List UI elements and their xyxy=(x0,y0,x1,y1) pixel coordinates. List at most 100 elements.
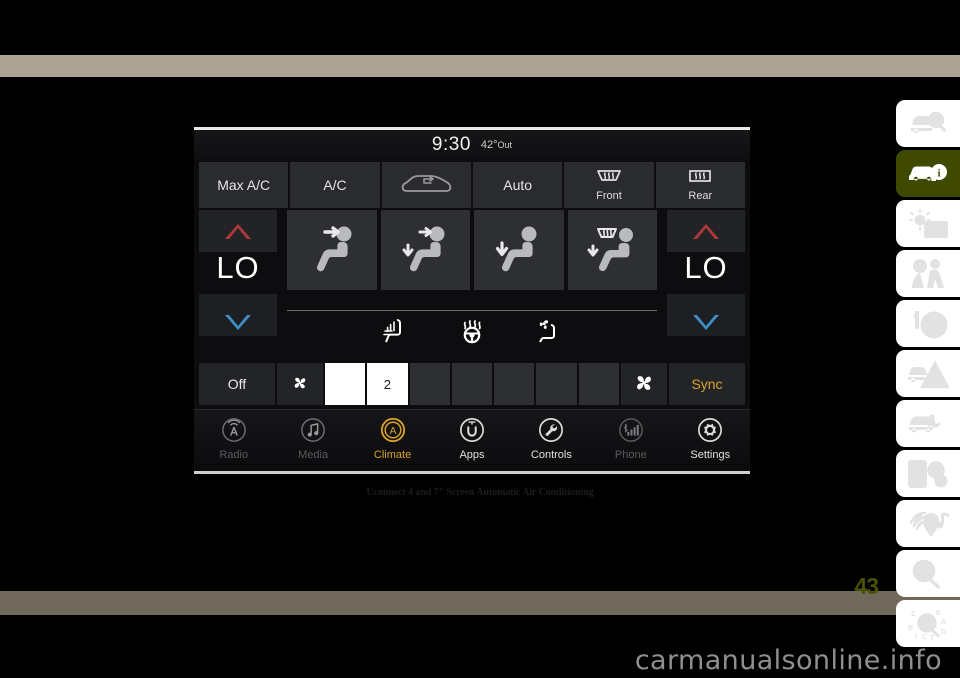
header-band xyxy=(0,55,960,77)
front-defrost-label: Front xyxy=(596,190,622,202)
airflow-mode-bilevel-button[interactable] xyxy=(380,210,470,290)
sidebar-item-in-case-of-emergency[interactable] xyxy=(896,350,960,397)
recirculation-car-icon xyxy=(400,171,452,200)
airflow-mode-floor-button[interactable] xyxy=(474,210,564,290)
seat-face-floor-icon xyxy=(396,219,454,282)
bottom-nav-bar: Radio Media A Climate Apps Controls Phon… xyxy=(194,409,750,467)
sync-button[interactable]: Sync xyxy=(669,363,745,405)
nav-climate[interactable]: A Climate xyxy=(353,410,432,467)
ac-label: A/C xyxy=(323,177,347,193)
sidebar-item-alphabetical-index[interactable]: ZBI CT E AD xyxy=(896,600,960,647)
front-defrost-button[interactable]: Front xyxy=(564,162,654,208)
airflow-mode-face-button[interactable] xyxy=(287,210,377,290)
sidebar-item-introduction[interactable] xyxy=(896,100,960,147)
nav-settings-label: Settings xyxy=(690,448,731,461)
fan-small-icon xyxy=(290,373,310,396)
fan-segment-2[interactable]: 2 xyxy=(367,363,408,405)
section-tabs-sidebar: i Z B I C T E A D xyxy=(896,100,960,650)
music-note-icon xyxy=(300,417,326,448)
fan-large-icon xyxy=(632,371,656,398)
sidebar-item-starting-and-operating[interactable] xyxy=(896,300,960,347)
climate-top-button-row: Max A/C A/C Auto Front Rear xyxy=(199,162,745,208)
sidebar-item-multimedia[interactable] xyxy=(896,500,960,547)
svg-text:Z: Z xyxy=(911,611,916,618)
ventilated-seat-icon[interactable] xyxy=(533,318,563,349)
fan-segment-5[interactable] xyxy=(494,363,535,405)
fan-segment-7[interactable] xyxy=(578,363,619,405)
sidebar-item-getting-to-know-your-vehicle[interactable]: i xyxy=(896,150,960,197)
passenger-temperature-control: LO xyxy=(667,210,745,340)
radio-antenna-icon xyxy=(221,417,247,448)
page-number: 43 xyxy=(854,573,879,599)
auto-button[interactable]: Auto xyxy=(472,162,563,208)
nav-settings[interactable]: Settings xyxy=(671,410,750,467)
svg-text:B: B xyxy=(908,625,913,632)
driver-temp-up-button[interactable] xyxy=(199,210,277,252)
clock: 9:30 xyxy=(431,134,471,155)
passenger-temp-up-button[interactable] xyxy=(667,210,745,252)
climate-main-area: LO LO xyxy=(199,210,745,360)
max-ac-button[interactable]: Max A/C xyxy=(199,162,289,208)
fan-segment-6[interactable] xyxy=(536,363,577,405)
status-bar: 9:30 42°Out xyxy=(194,130,750,160)
key-steering-wheel-icon xyxy=(907,309,949,339)
fan-speed-bar: Off 2 Sync xyxy=(199,363,745,405)
nav-apps-label: Apps xyxy=(459,448,485,461)
fan-increase-button[interactable] xyxy=(621,363,667,405)
rear-defrost-button[interactable]: Rear xyxy=(655,162,745,208)
sidebar-item-getting-to-know-your-instrument-panel[interactable] xyxy=(896,200,960,247)
sync-label: Sync xyxy=(691,376,723,392)
footer-band xyxy=(0,591,960,615)
climate-auto-icon: A xyxy=(380,417,406,448)
temp-up-arrow-icon xyxy=(225,223,251,239)
nav-phone-label: Phone xyxy=(614,448,647,461)
svg-text:E: E xyxy=(936,610,941,617)
sidebar-item-servicing-and-maintenance[interactable] xyxy=(896,400,960,447)
svg-text:A: A xyxy=(941,619,946,626)
uconnect-screen: 9:30 42°Out Max A/C A/C Auto Front Rear … xyxy=(194,127,750,474)
svg-text:T: T xyxy=(930,635,935,640)
fan-segment-4[interactable] xyxy=(451,363,493,405)
magnifier-icon xyxy=(909,559,947,589)
sidebar-item-safety[interactable] xyxy=(896,250,960,297)
nav-radio-label: Radio xyxy=(219,448,249,461)
heated-steering-wheel-icon[interactable] xyxy=(457,318,487,349)
svg-text:I: I xyxy=(915,633,917,640)
passenger-temp-value: LO xyxy=(684,250,728,285)
nav-phone[interactable]: Phone xyxy=(591,410,670,467)
driver-temp-down-button[interactable] xyxy=(199,294,277,336)
passenger-temp-down-button[interactable] xyxy=(667,294,745,336)
front-defrost-icon xyxy=(594,168,624,191)
rear-defrost-label: Rear xyxy=(688,190,713,202)
seat-face-icon xyxy=(303,219,361,282)
recirculation-button[interactable] xyxy=(381,162,471,208)
heated-seat-icon[interactable] xyxy=(381,318,411,349)
sidebar-item-index-search[interactable] xyxy=(896,550,960,597)
blower-off-button[interactable]: Off xyxy=(199,363,275,405)
figure-caption: Uconnect 4 and 7" Screen Automatic Air C… xyxy=(366,487,594,498)
seat-floor-icon xyxy=(490,219,548,282)
car-warning-triangle-icon xyxy=(907,359,949,389)
car-info-icon: i xyxy=(907,160,949,188)
nav-radio[interactable]: Radio xyxy=(194,410,273,467)
fan-speed-segments: 2 xyxy=(325,363,619,405)
rear-defrost-icon xyxy=(686,168,714,191)
nav-climate-label: Climate xyxy=(373,448,412,461)
airflow-mode-row xyxy=(287,210,657,290)
driver-temperature-control: LO xyxy=(199,210,277,340)
wrench-icon xyxy=(538,417,564,448)
airflow-mode-defrost-floor-button[interactable] xyxy=(567,210,657,290)
seat-defrost-floor-icon xyxy=(583,219,641,282)
fan-segment-3[interactable] xyxy=(409,363,450,405)
ac-button[interactable]: A/C xyxy=(290,162,380,208)
blower-off-label: Off xyxy=(227,376,247,392)
nav-media-label: Media xyxy=(298,448,329,461)
fan-decrease-button[interactable] xyxy=(277,363,323,405)
fan-segment-1[interactable] xyxy=(325,363,366,405)
svg-text:D: D xyxy=(941,629,946,636)
temp-up-arrow-icon xyxy=(693,223,719,239)
svg-text:i: i xyxy=(937,167,940,179)
nav-apps[interactable]: Apps xyxy=(432,410,511,467)
nav-media[interactable]: Media xyxy=(273,410,352,467)
nav-controls[interactable]: Controls xyxy=(512,410,591,467)
